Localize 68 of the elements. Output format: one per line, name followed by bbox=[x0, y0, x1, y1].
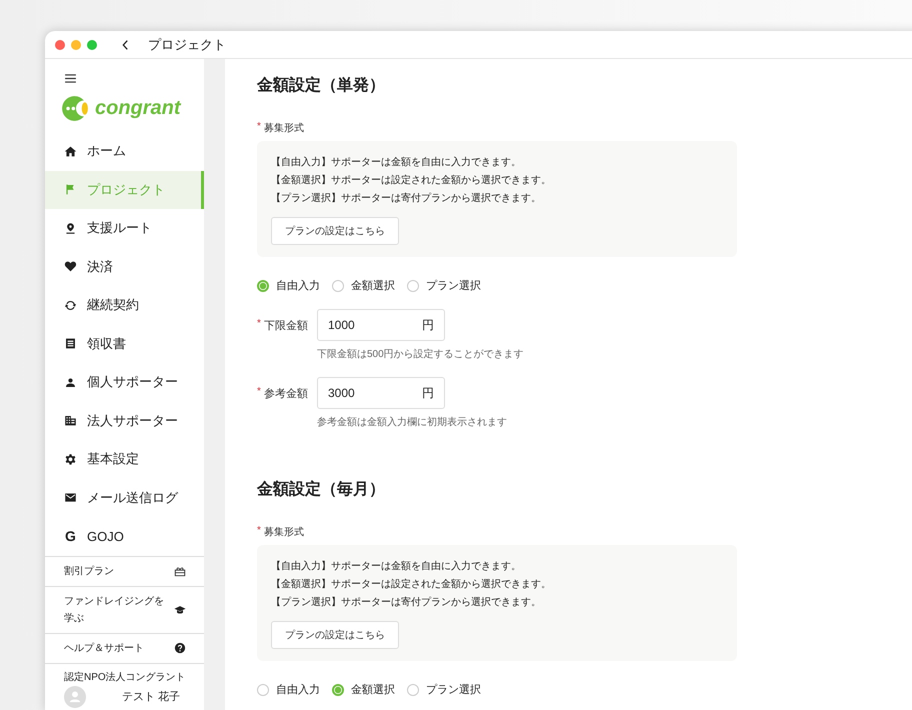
logo-text: congrant bbox=[95, 97, 181, 120]
close-button[interactable] bbox=[55, 40, 65, 50]
radio-option[interactable]: プラン選択 bbox=[407, 278, 481, 293]
nav-item[interactable]: 継続契約 bbox=[45, 286, 204, 324]
gift-icon bbox=[174, 565, 186, 577]
nav-item[interactable]: 領収書 bbox=[45, 324, 204, 363]
user-name: テスト 花子 bbox=[122, 690, 180, 704]
settings-icon bbox=[64, 452, 77, 466]
info-text: 【プラン選択】サポーターは寄付プランから選択できます。 bbox=[271, 596, 542, 610]
radio-button[interactable] bbox=[407, 684, 419, 696]
letter-g-icon: G bbox=[64, 528, 77, 544]
required-mark: * bbox=[257, 525, 261, 538]
avatar-icon bbox=[64, 686, 86, 708]
radio-option[interactable]: プラン選択 bbox=[407, 682, 481, 697]
radio-option[interactable]: 金額選択 bbox=[332, 682, 395, 697]
graduation-cap-icon bbox=[174, 604, 186, 616]
required-mark: * bbox=[257, 318, 261, 331]
amount-input-field[interactable]: 3000 円 bbox=[317, 377, 445, 409]
radio-button[interactable] bbox=[407, 280, 419, 292]
info-text: 【自由入力】サポーターは金額を自由に入力できます。 bbox=[271, 156, 522, 170]
radio-option[interactable]: 自由入力 bbox=[257, 278, 320, 293]
organization-name: 認定NPO法人コングラント bbox=[64, 672, 186, 682]
info-text: 【プラン選択】サポーターは寄付プランから選択できます。 bbox=[271, 192, 542, 206]
field-label: 募集形式 bbox=[264, 122, 304, 135]
info-text: 【金額選択】サポーターは設定された金額から選択できます。 bbox=[271, 174, 552, 188]
nav-item[interactable]: G GOJO bbox=[45, 517, 204, 556]
sync-icon bbox=[64, 298, 77, 312]
radio-button[interactable] bbox=[257, 280, 269, 292]
person-icon bbox=[64, 376, 77, 389]
section-title: 金額設定（毎月） bbox=[257, 479, 386, 499]
nav-item[interactable]: 基本設定 bbox=[45, 440, 204, 478]
help-icon bbox=[174, 642, 186, 654]
menu-icon[interactable] bbox=[65, 74, 76, 83]
required-mark: * bbox=[257, 386, 261, 399]
required-mark: * bbox=[257, 121, 261, 134]
plan-settings-button[interactable]: プランの設定はこちら bbox=[271, 621, 399, 649]
nav-item[interactable]: 支援ルート bbox=[45, 209, 204, 248]
heart-icon bbox=[64, 260, 77, 274]
field-label: 参考金額 bbox=[264, 386, 308, 402]
nav-item[interactable]: 法人サポーター bbox=[45, 402, 204, 440]
nav-item[interactable]: ホーム bbox=[45, 132, 204, 170]
minimize-button[interactable] bbox=[71, 40, 81, 50]
nav-item[interactable]: 個人サポーター bbox=[45, 363, 204, 402]
logo-icon bbox=[61, 95, 91, 122]
radio-button[interactable] bbox=[332, 684, 344, 696]
amount-input-field[interactable]: 1000 円 bbox=[317, 309, 445, 341]
plan-settings-button[interactable]: プランの設定はこちら bbox=[271, 217, 399, 245]
location-pin-icon bbox=[64, 222, 77, 235]
receipt-icon bbox=[64, 337, 77, 350]
section-title: 金額設定（単発） bbox=[257, 75, 386, 95]
window-title: プロジェクト bbox=[148, 36, 226, 54]
radio-option[interactable]: 金額選択 bbox=[332, 278, 395, 293]
help-text: 下限金額は500円から設定することができます bbox=[317, 348, 524, 361]
radio-button[interactable] bbox=[257, 684, 269, 696]
nav-item[interactable]: 決済 bbox=[45, 248, 204, 286]
building-icon bbox=[64, 414, 77, 428]
zoom-button[interactable] bbox=[87, 40, 97, 50]
field-label: 募集形式 bbox=[264, 526, 304, 539]
info-text: 【金額選択】サポーターは設定された金額から選択できます。 bbox=[271, 578, 552, 592]
home-icon bbox=[64, 144, 77, 158]
radio-button[interactable] bbox=[332, 280, 344, 292]
info-text: 【自由入力】サポーターは金額を自由に入力できます。 bbox=[271, 560, 522, 574]
radio-option[interactable]: 自由入力 bbox=[257, 682, 320, 697]
back-chevron-icon[interactable] bbox=[121, 38, 130, 50]
envelope-icon bbox=[64, 491, 77, 504]
help-text: 参考金額は金額入力欄に初期表示されます bbox=[317, 416, 507, 429]
field-label: 下限金額 bbox=[264, 318, 308, 334]
nav-item[interactable]: メール送信ログ bbox=[45, 478, 204, 517]
